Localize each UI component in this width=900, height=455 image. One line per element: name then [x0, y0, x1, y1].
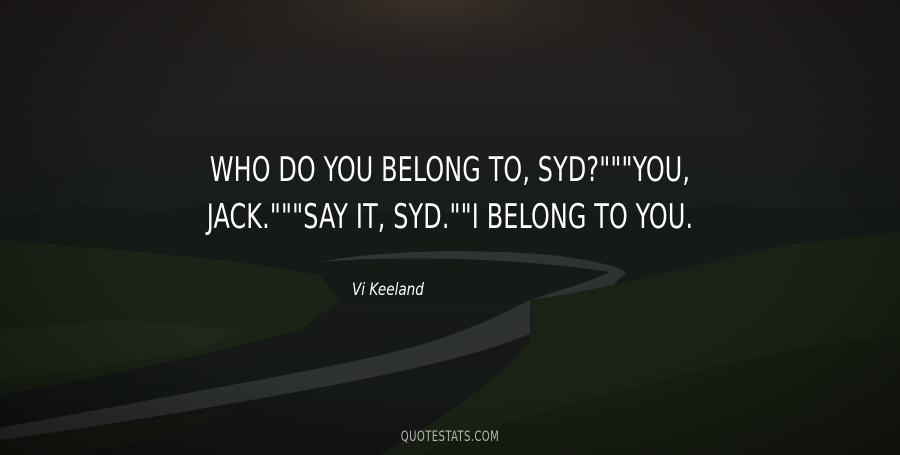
quote-author[interactable]: Vi Keeland [352, 280, 424, 300]
site-watermark: QUOTESTATS.COM [400, 429, 500, 445]
quote-image: WHO DO YOU BELONG TO, SYD?"""YOU, JACK."… [0, 0, 900, 455]
quote-line-1: WHO DO YOU BELONG TO, SYD?"""YOU, [209, 150, 691, 190]
quote-line-2: JACK."""SAY IT, SYD.""I BELONG TO YOU. [206, 197, 694, 237]
